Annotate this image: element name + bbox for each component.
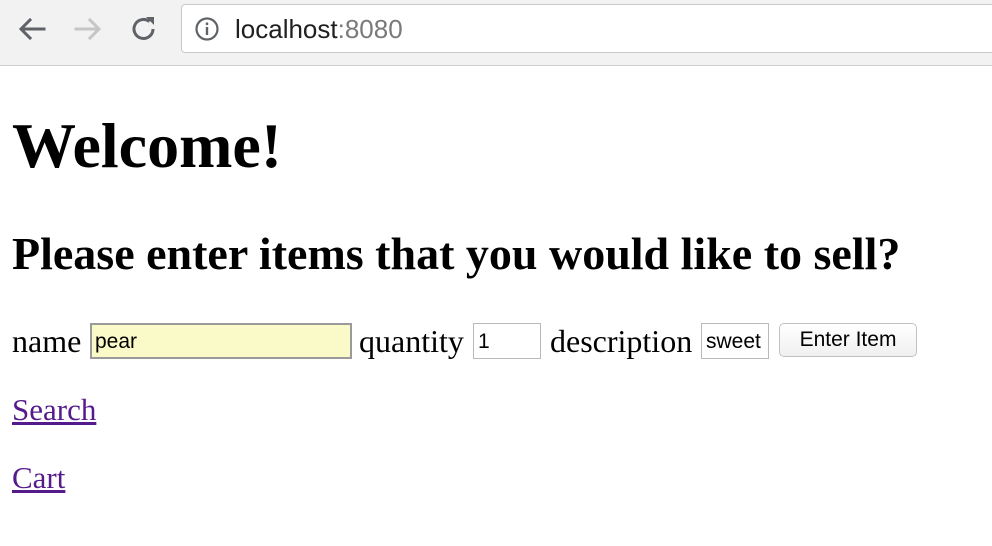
arrow-left-icon [18, 17, 46, 41]
cart-link[interactable]: Cart [12, 460, 65, 496]
description-label: description [550, 323, 693, 359]
search-link[interactable]: Search [12, 392, 96, 428]
quantity-input[interactable] [473, 323, 541, 359]
reload-button[interactable] [129, 14, 159, 44]
name-label: name [12, 323, 82, 359]
quantity-label: quantity [359, 323, 464, 359]
arrow-right-icon [74, 17, 102, 41]
info-icon[interactable] [195, 17, 219, 41]
back-button[interactable] [17, 14, 47, 44]
browser-toolbar: localhost:8080 [0, 0, 992, 66]
sell-item-form: name quantity description Enter Item [12, 322, 972, 360]
enter-item-button[interactable]: Enter Item [779, 323, 917, 357]
page-subtitle: Please enter items that you would like t… [12, 228, 901, 279]
forward-button[interactable] [73, 14, 103, 44]
name-input[interactable] [90, 323, 352, 359]
address-bar[interactable]: localhost:8080 [181, 4, 992, 53]
page-title: Welcome! [12, 110, 283, 181]
reload-icon [132, 17, 155, 40]
description-input[interactable] [701, 323, 769, 359]
url-text[interactable]: localhost:8080 [235, 14, 403, 44]
url-host: localhost [235, 14, 338, 44]
url-port: :8080 [337, 14, 403, 44]
